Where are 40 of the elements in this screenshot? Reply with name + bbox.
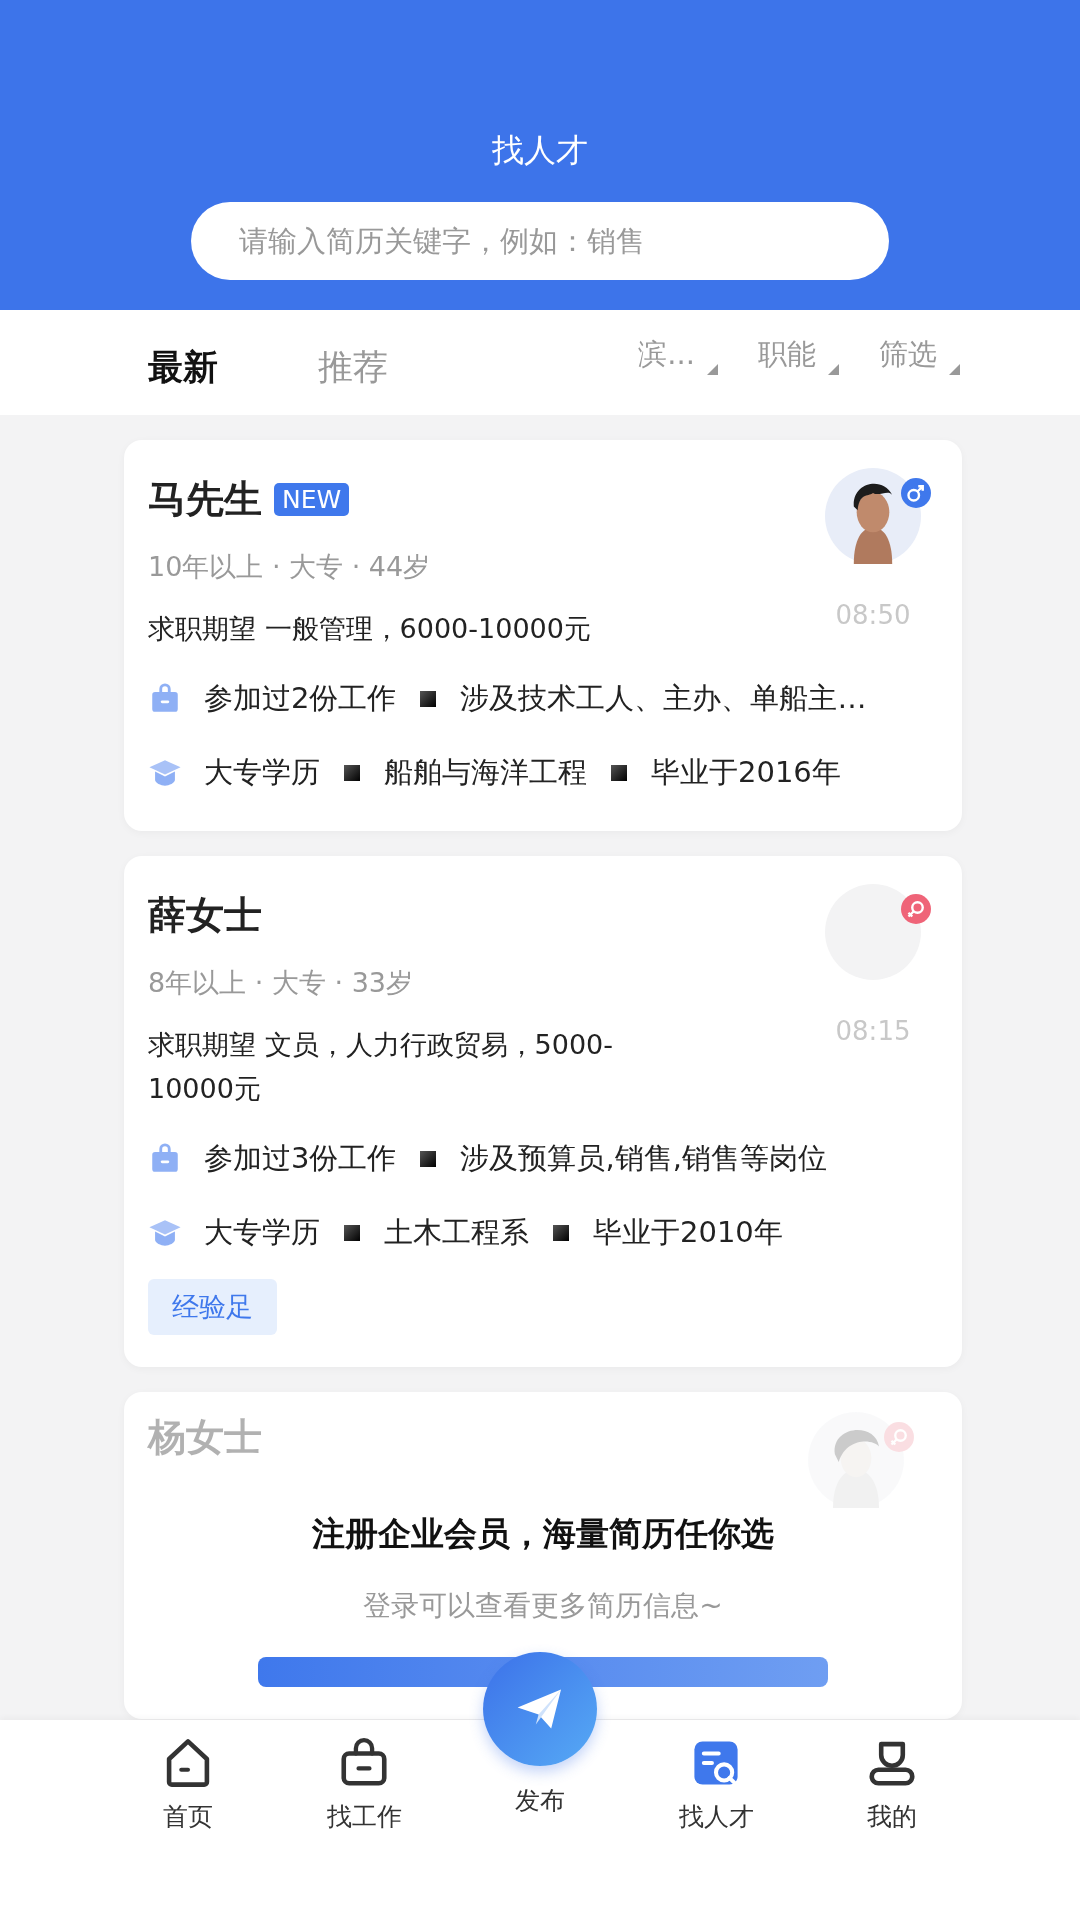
- education-info: 大专学历: [204, 754, 320, 791]
- nav-item[interactable]: 找人才: [656, 1720, 776, 1833]
- candidate-name: 马先生: [148, 476, 262, 523]
- new-badge: NEW: [274, 483, 350, 516]
- nav-label[interactable]: 发布: [515, 1784, 565, 1817]
- dropdown-triangle-icon: [707, 363, 718, 375]
- candidate-meta: 8年以上 · 大专 · 33岁: [148, 966, 415, 1000]
- search-field[interactable]: 请输入简历关键字，例如：销售: [191, 202, 889, 280]
- education-info: 毕业于2016年: [651, 754, 841, 791]
- education-info: 土木工程系: [384, 1214, 529, 1251]
- page-title: 找人才: [492, 130, 588, 170]
- bullet-icon: [611, 765, 627, 781]
- education-info: 毕业于2010年: [593, 1214, 783, 1251]
- dropdown-triangle-icon: [949, 363, 960, 375]
- education-info: 大专学历: [204, 1214, 320, 1251]
- candidate-name: 杨女士: [148, 1414, 262, 1461]
- bullet-icon: [420, 1151, 437, 1167]
- bullet-icon: [344, 1225, 360, 1241]
- candidate-meta: 10年以上 · 大专 · 44岁: [148, 550, 432, 584]
- bullet-icon: [553, 1225, 569, 1241]
- work-info: 参加过3份工作: [204, 1140, 397, 1177]
- bullet-icon: [420, 691, 437, 707]
- female-icon: [884, 1422, 914, 1452]
- promo-title: 注册企业会员，海量简历任你选: [312, 1513, 774, 1555]
- education-info: 船舶与海洋工程: [384, 754, 587, 791]
- job-expectation: 求职期望 一般管理，6000-10000元: [148, 612, 592, 646]
- candidate-name: 薛女士: [148, 892, 262, 939]
- nav-item[interactable]: 找工作: [304, 1720, 424, 1833]
- work-info: 涉及预算员,销售,销售等岗位: [460, 1140, 827, 1177]
- bullet-icon: [344, 765, 360, 781]
- job-expectation: 求职期望 文员，人力行政贸易，5000-10000元: [148, 1028, 615, 1106]
- work-info: 涉及技术工人、主办、单船主…: [460, 680, 867, 717]
- work-info: 参加过2份工作: [204, 680, 397, 717]
- nav-item[interactable]: 我的: [832, 1720, 952, 1833]
- dropdown-triangle-icon: [828, 363, 839, 375]
- tag: 经验足: [148, 1279, 277, 1335]
- publish-button[interactable]: [483, 1652, 597, 1766]
- nav-item[interactable]: 首页: [128, 1720, 248, 1833]
- promo-subtitle: 登录可以查看更多简历信息~: [363, 1588, 723, 1624]
- tab[interactable]: 最新: [148, 344, 218, 391]
